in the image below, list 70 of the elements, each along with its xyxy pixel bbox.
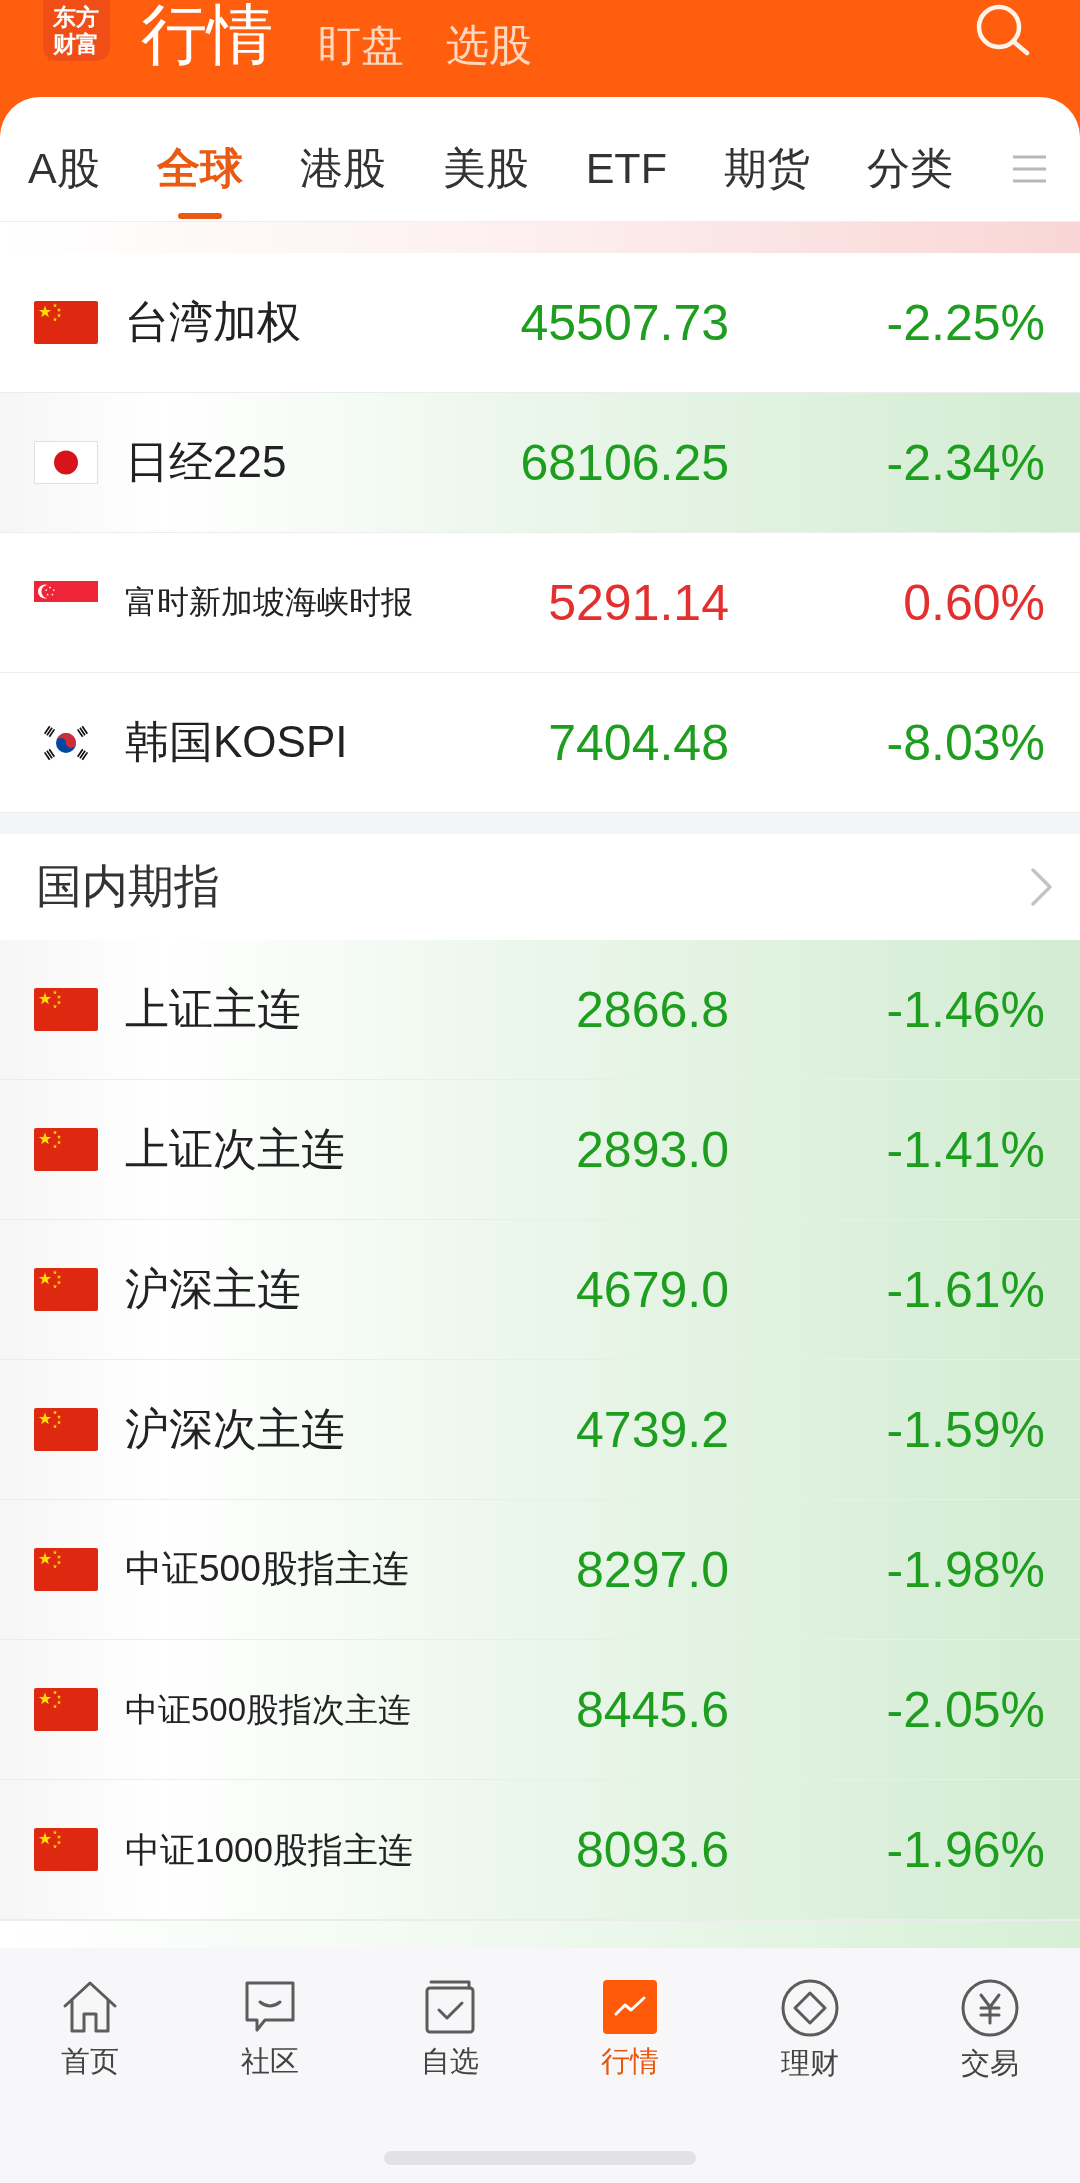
quote-row[interactable]: 中证500股指次主连 8445.6 -2.05% bbox=[0, 1640, 1080, 1780]
market-tab[interactable]: 分类 bbox=[866, 97, 953, 221]
market-tab[interactable]: ETF bbox=[585, 97, 667, 221]
bottom-nav-tab[interactable]: 理财 bbox=[781, 1975, 839, 2084]
change-percent: -1.98% bbox=[885, 1540, 1045, 1600]
quote-row[interactable]: 沪深次主连 4739.2 -1.59% bbox=[0, 1360, 1080, 1500]
china-flag-icon bbox=[34, 301, 98, 344]
index-name: 上证次主连 bbox=[125, 1123, 345, 1176]
quote-row[interactable]: 上证主连 2866.8 -1.46% bbox=[0, 940, 1080, 1080]
index-price: 2893.0 bbox=[575, 1120, 729, 1180]
index-price: 4679.0 bbox=[575, 1260, 729, 1320]
market-tab[interactable]: 全球 bbox=[156, 97, 243, 221]
china-flag-icon bbox=[34, 1408, 98, 1451]
change-percent: -2.34% bbox=[885, 433, 1045, 493]
market-tab[interactable]: 期货 bbox=[723, 97, 810, 221]
section-title: 国内期指 bbox=[36, 859, 220, 915]
index-name: 日经225 bbox=[125, 436, 287, 489]
change-percent: -1.61% bbox=[885, 1260, 1045, 1320]
index-name: 富时新加坡海峡时报 bbox=[125, 583, 413, 622]
china-flag-icon bbox=[34, 1548, 98, 1591]
index-name: 韩国KOSPI bbox=[125, 716, 348, 769]
quote-row[interactable]: 沪深主连 4679.0 -1.61% bbox=[0, 1220, 1080, 1360]
index-name: 沪深主连 bbox=[125, 1263, 301, 1316]
change-percent: -2.25% bbox=[885, 293, 1045, 353]
china-flag-icon bbox=[34, 1268, 98, 1311]
yen-icon bbox=[961, 1979, 1019, 2037]
change-percent: 0.60% bbox=[902, 573, 1045, 633]
china-flag-icon bbox=[34, 1828, 98, 1871]
bottom-nav-tab[interactable]: 自选 bbox=[421, 1975, 479, 2084]
change-percent: -1.59% bbox=[885, 1400, 1045, 1460]
bottom-nav-tab[interactable]: 交易 bbox=[961, 1975, 1019, 2084]
change-percent: -1.96% bbox=[885, 1820, 1045, 1880]
japan-flag-icon bbox=[34, 441, 98, 484]
menu-icon[interactable] bbox=[1012, 153, 1047, 184]
china-flag-icon bbox=[34, 988, 98, 1031]
index-price: 2866.8 bbox=[575, 980, 729, 1040]
china-flag-icon bbox=[34, 1688, 98, 1731]
index-name: 台湾加权 bbox=[125, 296, 301, 349]
index-price: 8297.0 bbox=[575, 1540, 729, 1600]
index-price: 45507.73 bbox=[519, 293, 729, 353]
china-flag-icon bbox=[34, 1128, 98, 1171]
chevron-right-icon[interactable] bbox=[1030, 867, 1054, 907]
line-chart-icon bbox=[602, 1979, 658, 2035]
quote-row[interactable]: 中证1000股指主连 8093.6 -1.96% bbox=[0, 1780, 1080, 1920]
index-name: 上证主连 bbox=[125, 983, 301, 1036]
home-icon bbox=[62, 1979, 118, 2035]
market-tab[interactable]: 美股 bbox=[442, 97, 529, 221]
change-percent: -2.05% bbox=[885, 1680, 1045, 1740]
index-price: 8093.6 bbox=[575, 1820, 729, 1880]
index-name: 中证1000股指主连 bbox=[125, 1828, 413, 1871]
app-logo: 东方财富 bbox=[43, 0, 110, 61]
change-percent: -8.03% bbox=[885, 713, 1045, 773]
singapore-flag-icon bbox=[34, 581, 98, 602]
index-price: 8445.6 bbox=[575, 1680, 729, 1740]
bottom-nav-tab[interactable]: 首页 bbox=[61, 1975, 119, 2084]
change-percent: -1.46% bbox=[885, 980, 1045, 1040]
index-name: 中证500股指次主连 bbox=[125, 1689, 412, 1730]
quote-row[interactable]: 日经225 68106.25 -2.34% bbox=[0, 393, 1080, 533]
quote-row[interactable]: 中证500股指主连 8297.0 -1.98% bbox=[0, 1500, 1080, 1640]
index-price: 4739.2 bbox=[575, 1400, 729, 1460]
change-percent: -1.41% bbox=[885, 1120, 1045, 1180]
market-tab[interactable]: 港股 bbox=[299, 97, 386, 221]
bottom-nav-tab[interactable]: 社区 bbox=[241, 1975, 299, 2084]
index-price: 68106.25 bbox=[519, 433, 729, 493]
quote-row[interactable]: 上证次主连 2893.0 -1.41% bbox=[0, 1080, 1080, 1220]
index-price: 5291.14 bbox=[547, 573, 729, 633]
index-price: 7404.48 bbox=[547, 713, 729, 773]
index-name: 中证500股指主连 bbox=[125, 1547, 409, 1592]
index-name: 沪深次主连 bbox=[125, 1403, 345, 1456]
market-tab[interactable]: A股 bbox=[28, 97, 100, 221]
